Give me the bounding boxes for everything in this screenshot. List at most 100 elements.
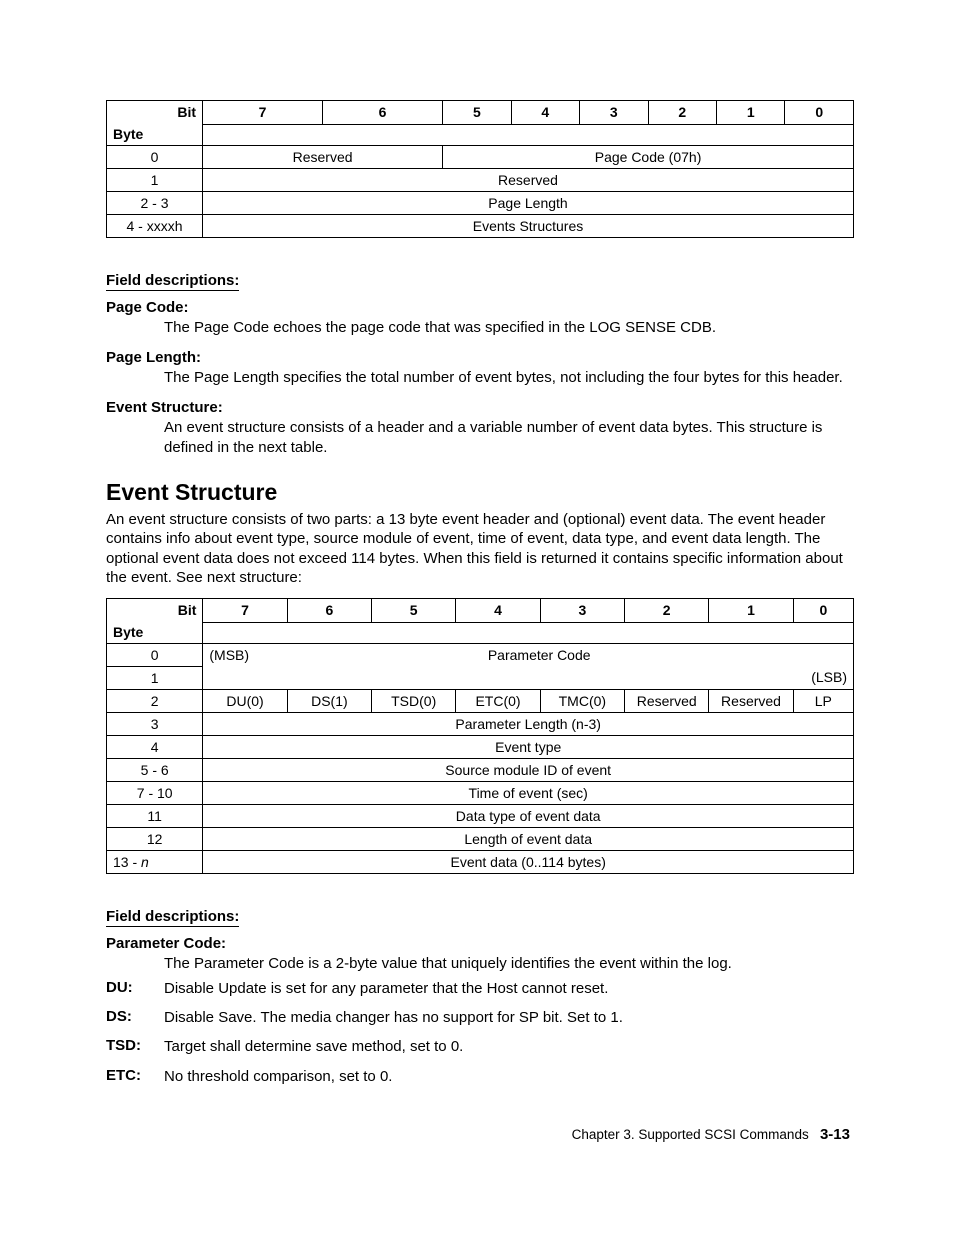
field-tsd: TSD: Target shall determine save method,… (106, 1037, 854, 1056)
table-row: Bit Byte 7 6 5 4 3 2 1 0 (107, 101, 854, 125)
byte-2-3: 2 - 3 (107, 192, 203, 215)
du-cell: DU(0) (203, 689, 287, 712)
table-row: 4 - xxxxh Events Structures (107, 215, 854, 238)
table-row: 5 - 6 Source module ID of event (107, 758, 854, 781)
bit-label: Bit (107, 101, 202, 123)
table-row (107, 622, 854, 643)
definition: No threshold comparison, set to 0. (164, 1067, 854, 1086)
event-structure-table: Bit Byte 7 6 5 4 3 2 1 0 0 (MSB) Paramet… (106, 598, 854, 874)
field-ds: DS: Disable Save. The media changer has … (106, 1008, 854, 1027)
bit-col-5: 5 (443, 101, 511, 125)
term: Page Code: (106, 299, 854, 316)
footer-page-number: 3-13 (820, 1126, 850, 1143)
bit-col-0: 0 (793, 598, 853, 622)
data-type-cell: Data type of event data (203, 804, 854, 827)
table-row: Bit Byte 7 6 5 4 3 2 1 0 (107, 598, 854, 622)
field-etc: ETC: No threshold comparison, set to 0. (106, 1067, 854, 1086)
table-row: 0 (MSB) Parameter Code (107, 643, 854, 666)
field-descriptions-heading: Field descriptions: (106, 272, 239, 291)
bit-col-2: 2 (648, 101, 716, 125)
byte-12: 12 (107, 827, 203, 850)
reserved-cell: Reserved (709, 689, 793, 712)
definition: Target shall determine save method, set … (164, 1037, 854, 1056)
table-row: 4 Event type (107, 735, 854, 758)
table-row: 11 Data type of event data (107, 804, 854, 827)
byte-11: 11 (107, 804, 203, 827)
field-descriptions-list-2: Parameter Code: The Parameter Code is a … (106, 935, 854, 1086)
field-page-length: Page Length: The Page Length specifies t… (106, 349, 854, 387)
byte-1: 1 (107, 169, 203, 192)
footer-chapter: Chapter 3. Supported SCSI Commands (572, 1127, 809, 1142)
bit-col-7: 7 (203, 598, 287, 622)
reserved-cell: Reserved (203, 146, 443, 169)
length-event-data-cell: Length of event data (203, 827, 854, 850)
bit-label: Bit (107, 599, 202, 621)
definition: Disable Save. The media changer has no s… (164, 1008, 854, 1027)
page-header-table: Bit Byte 7 6 5 4 3 2 1 0 0 Reserved Page… (106, 100, 854, 238)
field-page-code: Page Code: The Page Code echoes the page… (106, 299, 854, 337)
lp-cell: LP (793, 689, 853, 712)
bit-col-4: 4 (456, 598, 540, 622)
byte-1: 1 (107, 666, 203, 689)
term: Parameter Code: (106, 935, 854, 952)
table-row (107, 125, 854, 146)
table-row: 3 Parameter Length (n-3) (107, 712, 854, 735)
term: DS: (106, 1008, 164, 1027)
bit-col-1: 1 (716, 101, 784, 125)
field-descriptions-heading-2: Field descriptions: (106, 908, 239, 927)
field-event-structure: Event Structure: An event structure cons… (106, 399, 854, 456)
term: DU: (106, 979, 164, 998)
byte-5-6: 5 - 6 (107, 758, 203, 781)
byte-0: 0 (107, 643, 203, 666)
table-row: 2 - 3 Page Length (107, 192, 854, 215)
bit-col-7: 7 (203, 101, 323, 125)
etc-cell: ETC(0) (456, 689, 540, 712)
time-of-event-cell: Time of event (sec) (203, 781, 854, 804)
field-descriptions-list-1: Page Code: The Page Code echoes the page… (106, 299, 854, 457)
msb-label: (MSB) (203, 644, 285, 666)
byte-13-n: 13 - n (107, 850, 203, 873)
definition: The Page Code echoes the page code that … (164, 318, 854, 337)
reserved-cell: Reserved (625, 689, 709, 712)
page-code-cell: Page Code (07h) (443, 146, 854, 169)
table-row: 0 Reserved Page Code (07h) (107, 146, 854, 169)
lsb-label: (LSB) (203, 666, 854, 689)
field-du: DU: Disable Update is set for any parame… (106, 979, 854, 998)
bit-col-6: 6 (323, 101, 443, 125)
table-row: 2 DU(0) DS(1) TSD(0) ETC(0) TMC(0) Reser… (107, 689, 854, 712)
page-length-cell: Page Length (203, 192, 854, 215)
byte-2: 2 (107, 689, 203, 712)
source-module-cell: Source module ID of event (203, 758, 854, 781)
bit-col-3: 3 (580, 101, 648, 125)
byte-label: Byte (107, 123, 202, 145)
tsd-cell: TSD(0) (372, 689, 456, 712)
events-structures-cell: Events Structures (203, 215, 854, 238)
definition: The Parameter Code is a 2-byte value tha… (164, 954, 854, 973)
reserved-cell: Reserved (203, 169, 854, 192)
page-content: Bit Byte 7 6 5 4 3 2 1 0 0 Reserved Page… (0, 0, 954, 1183)
table-row: 1 Reserved (107, 169, 854, 192)
bit-col-2: 2 (625, 598, 709, 622)
bit-col-6: 6 (287, 598, 371, 622)
bit-col-5: 5 (372, 598, 456, 622)
bit-col-3: 3 (540, 598, 624, 622)
event-structure-heading: Event Structure (106, 479, 854, 506)
term: ETC: (106, 1067, 164, 1086)
page-footer: Chapter 3. Supported SCSI Commands 3-13 (106, 1126, 854, 1143)
definition: The Page Length specifies the total numb… (164, 368, 854, 387)
parameter-code-cell: Parameter Code (285, 644, 793, 666)
term: Page Length: (106, 349, 854, 366)
table-row: 13 - n Event data (0..114 bytes) (107, 850, 854, 873)
table-row: 1 (LSB) (107, 666, 854, 689)
ds-cell: DS(1) (287, 689, 371, 712)
field-parameter-code: Parameter Code: The Parameter Code is a … (106, 935, 854, 973)
definition: Disable Update is set for any parameter … (164, 979, 854, 998)
byte-3: 3 (107, 712, 203, 735)
param-length-cell: Parameter Length (n-3) (203, 712, 854, 735)
definition: An event structure consists of a header … (164, 418, 854, 456)
term: TSD: (106, 1037, 164, 1056)
event-type-cell: Event type (203, 735, 854, 758)
byte-0: 0 (107, 146, 203, 169)
event-data-cell: Event data (0..114 bytes) (203, 850, 854, 873)
byte-4: 4 (107, 735, 203, 758)
